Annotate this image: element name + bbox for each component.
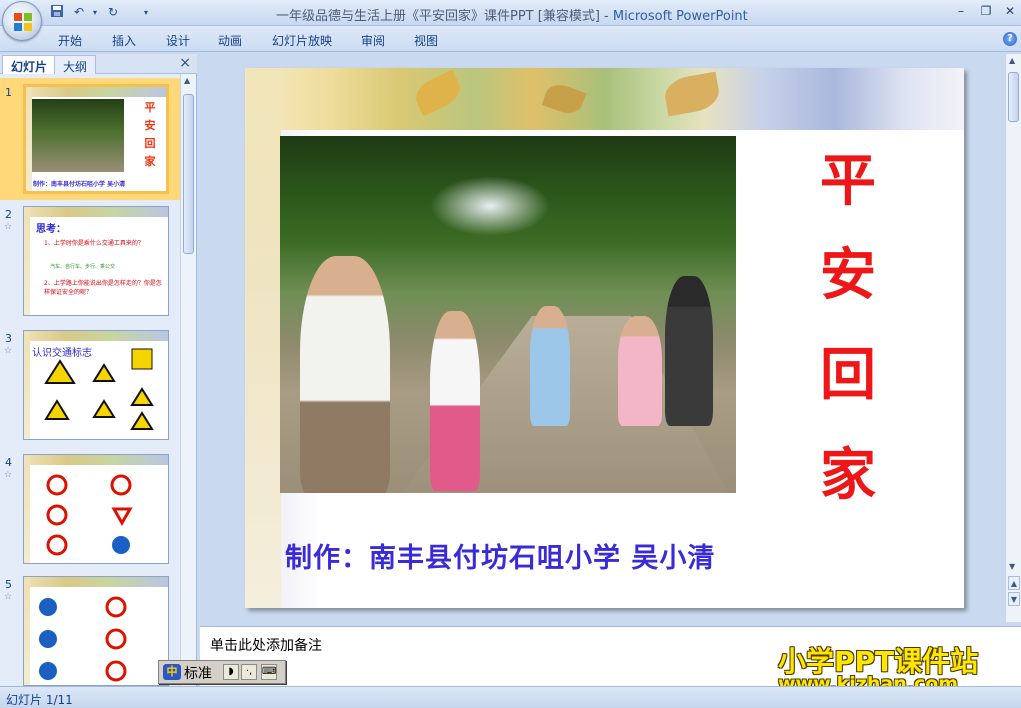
thumbnail-preview: 认识交通标志	[23, 330, 169, 440]
thumbnail-number: 1	[5, 86, 12, 99]
warning-signs-icon	[44, 348, 154, 430]
thumbnail-number: 5	[5, 578, 12, 591]
thumbnail-heading: 思考：	[36, 224, 66, 235]
ime-toolbar[interactable]: 中 标准 ◗ ·, ⌨	[158, 660, 286, 684]
slides-pane-scrollbar[interactable]: ▲ ▼	[180, 74, 196, 686]
ime-width-icon[interactable]: ◗	[223, 664, 239, 680]
window-title: 一年级品德与生活上册《平安回家》课件PPT [兼容模式] - Microsoft…	[276, 9, 748, 24]
close-icon[interactable]: ×	[179, 55, 191, 71]
thumbnail-preview: 思考： 1、上学时你是乘什么交通工具来的？ 汽车、自行车、步行、乘公交 2、上学…	[23, 206, 169, 316]
slide-title-char: 回	[820, 342, 876, 408]
slides-pane: 幻灯片 大纲 × 1 平 安 回 家 制作：南丰县付坊石咀小学 吴小清 2 ☆ …	[0, 54, 197, 686]
slide-photo[interactable]	[280, 136, 736, 493]
office-button[interactable]	[2, 1, 42, 41]
prohibition-signs-icon	[46, 474, 133, 556]
tab-outline[interactable]: 大纲	[54, 55, 97, 74]
tab-view[interactable]: 视图	[414, 32, 438, 49]
help-icon[interactable]: ?	[1003, 32, 1017, 46]
current-slide[interactable]: 平 安 回 家 制作：南丰县付坊石咀小学 吴小清	[245, 68, 964, 608]
photo-figure	[618, 316, 662, 426]
undo-dropdown-icon[interactable]: ▾	[86, 4, 104, 21]
editor-scrollbar[interactable]: ▲ ▼ ▲ ▼	[1005, 54, 1021, 622]
slide-credit: 制作：南丰县付坊石咀小学 吴小清	[285, 543, 716, 574]
ime-punctuation-icon[interactable]: ·,	[241, 664, 257, 680]
pane-tabs: 幻灯片 大纲 ×	[0, 54, 197, 74]
customize-icon[interactable]: ▾	[137, 4, 155, 21]
photo-figure	[665, 276, 713, 426]
tab-review[interactable]: 审阅	[361, 32, 385, 49]
animation-star-icon: ☆	[4, 222, 13, 232]
ime-mode-label[interactable]: 标准	[184, 663, 212, 683]
animation-star-icon: ☆	[4, 346, 13, 356]
thumbnail-number: 4	[5, 456, 12, 469]
restore-button[interactable]: ❐	[975, 3, 997, 19]
photo-figure	[300, 256, 390, 493]
slide-title-char: 平	[820, 148, 876, 214]
scroll-down-icon[interactable]: ▼	[1009, 562, 1015, 571]
slide-indicator: 幻灯片 1/11	[6, 693, 73, 707]
thumbnail-number: 3	[5, 332, 12, 345]
tab-slides[interactable]: 幻灯片	[2, 55, 57, 74]
thumbnail-title: 平 安 回 家	[144, 101, 156, 168]
animation-star-icon: ☆	[4, 470, 13, 480]
thumbnail-preview: 平 安 回 家 制作：南丰县付坊石咀小学 吴小清	[23, 84, 169, 194]
tab-slide-show[interactable]: 幻灯片放映	[272, 32, 332, 49]
tab-design[interactable]: 设计	[166, 32, 190, 49]
slide-title-char: 安	[820, 242, 876, 308]
scroll-thumb[interactable]	[1008, 72, 1019, 122]
ribbon-tabs: 开始 插入 设计 动画 幻灯片放映 审阅 视图 ?	[0, 26, 1021, 52]
previous-slide-icon[interactable]: ▲	[1008, 576, 1020, 590]
close-window-button[interactable]: ✕	[999, 3, 1021, 19]
thumbnail-number: 2	[5, 208, 12, 221]
scroll-up-icon[interactable]: ▲	[1009, 56, 1015, 65]
ime-logo-icon[interactable]: 中	[163, 664, 181, 680]
thumbnail-preview	[23, 454, 169, 564]
redo-icon[interactable]: ↻	[104, 4, 122, 21]
save-icon[interactable]	[48, 4, 66, 21]
notes-placeholder[interactable]: 单击此处添加备注	[210, 635, 322, 655]
animation-star-icon: ☆	[4, 592, 13, 602]
tab-animations[interactable]: 动画	[218, 32, 242, 49]
slide-title-char: 家	[820, 442, 876, 508]
next-slide-icon[interactable]: ▼	[1008, 592, 1020, 606]
photo-figure	[430, 311, 480, 491]
tab-home[interactable]: 开始	[58, 32, 82, 49]
scroll-up-icon[interactable]: ▲	[184, 76, 190, 85]
photo-figure	[530, 306, 570, 426]
thumbnail-credit: 制作：南丰县付坊石咀小学 吴小清	[33, 181, 126, 188]
scroll-thumb[interactable]	[183, 94, 194, 254]
thumbnail-photo	[32, 99, 124, 172]
direction-signs-icon	[39, 596, 127, 682]
office-logo-icon	[14, 13, 32, 31]
ime-keyboard-icon[interactable]: ⌨	[261, 664, 277, 680]
title-bar: ↶ ▾ ↻ ▾ 一年级品德与生活上册《平安回家》课件PPT [兼容模式] - M…	[0, 0, 1021, 41]
notes-pane[interactable]: 单击此处添加备注 小学PPT课件站 www.kjzhan.com	[200, 626, 1021, 695]
tab-insert[interactable]: 插入	[112, 32, 136, 49]
minimize-button[interactable]: –	[950, 3, 972, 19]
slide-header-decoration	[245, 68, 964, 130]
status-bar: 幻灯片 1/11	[0, 686, 1021, 708]
thumbnail-preview	[23, 576, 169, 686]
slide-side-decoration	[245, 68, 281, 608]
